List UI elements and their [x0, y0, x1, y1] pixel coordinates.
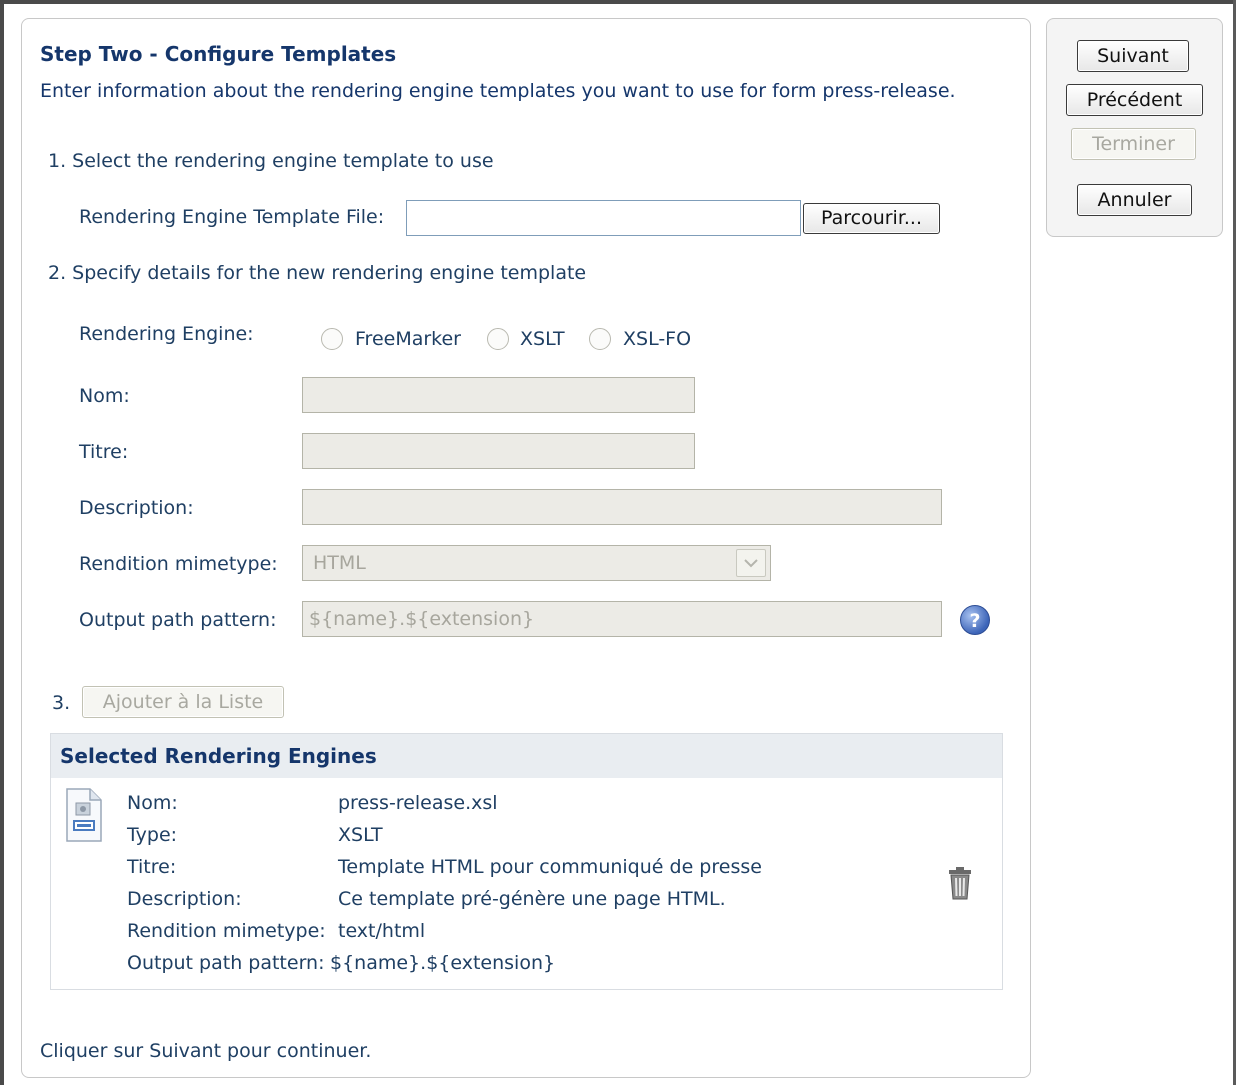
- chevron-down-icon[interactable]: [736, 549, 766, 577]
- document-icon: [64, 787, 104, 843]
- selected-mimetype-key: Rendition mimetype:: [127, 920, 326, 942]
- window-border-left: [0, 0, 4, 1085]
- selected-description-value: Ce template pré-génère une page HTML.: [338, 888, 726, 910]
- browse-button[interactable]: Parcourir...: [803, 203, 940, 234]
- selected-title-value: Template HTML pour communiqué de presse: [338, 856, 762, 878]
- wizard-title: Step Two - Configure Templates: [40, 42, 397, 66]
- selected-engines-header: Selected Rendering Engines: [51, 734, 1002, 778]
- trash-icon[interactable]: [947, 866, 973, 900]
- wizard-intro: Enter information about the rendering en…: [40, 80, 956, 102]
- radio-xslt[interactable]: [487, 328, 509, 350]
- radio-freemarker-label: FreeMarker: [355, 328, 461, 350]
- title-label: Titre:: [79, 441, 129, 463]
- selected-name-value: press-release.xsl: [338, 792, 498, 814]
- window-border-top: [0, 0, 1236, 4]
- radio-xsl-fo-label: XSL-FO: [623, 328, 692, 350]
- mimetype-select-value: HTML: [313, 552, 366, 574]
- description-label: Description:: [79, 497, 194, 519]
- previous-button[interactable]: Précédent: [1066, 84, 1203, 116]
- step3-number: 3.: [52, 692, 71, 714]
- selected-output-value: ${name}.${extension}: [330, 952, 556, 974]
- output-path-input[interactable]: ${name}.${extension}: [302, 601, 942, 637]
- name-input[interactable]: [302, 377, 695, 413]
- radio-xslt-label: XSLT: [520, 328, 565, 350]
- radio-xsl-fo[interactable]: [589, 328, 611, 350]
- selected-engines-title: Selected Rendering Engines: [60, 744, 377, 768]
- step1-heading: 1. Select the rendering engine template …: [48, 150, 494, 172]
- radio-freemarker[interactable]: [321, 328, 343, 350]
- title-input[interactable]: [302, 433, 695, 469]
- template-file-input[interactable]: [406, 200, 801, 236]
- cancel-button[interactable]: Annuler: [1077, 184, 1192, 216]
- template-file-label: Rendering Engine Template File:: [79, 206, 385, 228]
- selected-title-key: Titre:: [127, 856, 177, 878]
- help-icon[interactable]: ?: [960, 605, 990, 635]
- mimetype-select[interactable]: HTML: [302, 545, 771, 581]
- footer-instruction: Cliquer sur Suivant pour continuer.: [40, 1040, 372, 1062]
- selected-description-key: Description:: [127, 888, 242, 910]
- add-to-list-button[interactable]: Ajouter à la Liste: [82, 686, 284, 718]
- step2-heading: 2. Specify details for the new rendering…: [48, 262, 587, 284]
- description-input[interactable]: [302, 489, 942, 525]
- output-path-label: Output path pattern:: [79, 609, 277, 631]
- selected-mimetype-value: text/html: [338, 920, 426, 942]
- name-label: Nom:: [79, 385, 130, 407]
- selected-type-key: Type:: [127, 824, 178, 846]
- selected-type-value: XSLT: [338, 824, 383, 846]
- selected-output-key: Output path pattern:: [127, 952, 325, 974]
- finish-button[interactable]: Terminer: [1071, 128, 1196, 160]
- next-button[interactable]: Suivant: [1077, 40, 1189, 72]
- rendering-engine-label: Rendering Engine:: [79, 323, 254, 345]
- mimetype-label: Rendition mimetype:: [79, 553, 278, 575]
- selected-name-key: Nom:: [127, 792, 178, 814]
